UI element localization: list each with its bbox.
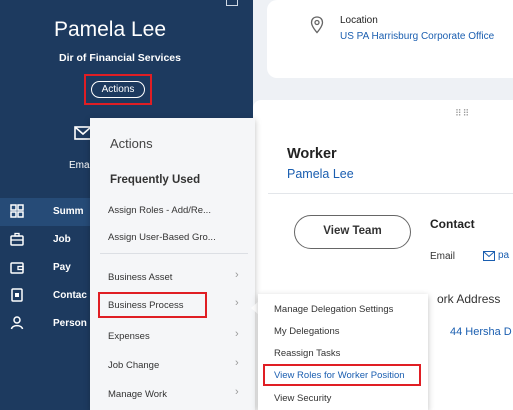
sidebar-item-personal[interactable]: Person	[0, 310, 100, 338]
chevron-right-icon: ›	[235, 386, 239, 398]
worker-heading: Worker	[287, 146, 337, 162]
submenu-item-view-security[interactable]: View Security	[274, 393, 331, 404]
submenu-item-manage-delegation-settings[interactable]: Manage Delegation Settings	[274, 304, 393, 315]
business-process-highlight-box	[98, 292, 207, 318]
menu-item-manage-work[interactable]: Manage Work	[108, 389, 167, 400]
work-address-label: ork Address	[437, 292, 501, 306]
contact-heading: Contact	[430, 217, 475, 231]
menu-divider	[100, 253, 248, 254]
location-link[interactable]: US PA Harrisburg Corporate Office	[340, 31, 494, 42]
email-icon	[483, 251, 495, 261]
sidebar-item-label: Job	[53, 234, 71, 245]
email-quick-label: Ema	[69, 160, 90, 171]
menu-item-business-asset[interactable]: Business Asset	[108, 272, 172, 283]
summary-grid-icon	[10, 204, 24, 218]
frequently-used-heading: Frequently Used	[110, 174, 201, 186]
submenu-item-reassign-tasks[interactable]: Reassign Tasks	[274, 348, 340, 359]
workday-profile-screen: Pamela Lee Dir of Financial Services Act…	[0, 0, 513, 410]
view-roles-highlight-box	[263, 364, 421, 386]
menu-item-job-change[interactable]: Job Change	[108, 360, 159, 371]
briefcase-icon	[10, 232, 24, 246]
sidebar-item-label: Contac	[53, 290, 87, 301]
sidebar-item-label: Pay	[53, 262, 71, 273]
sidebar-item-label: Person	[53, 318, 87, 329]
drag-handle-icon[interactable]: ⠿⠿	[455, 108, 470, 119]
location-pin-icon	[310, 16, 324, 34]
email-link[interactable]: pa	[498, 250, 509, 261]
profile-name: Pamela Lee	[53, 18, 167, 41]
submenu-item-my-delegations[interactable]: My Delegations	[274, 326, 339, 337]
divider	[268, 193, 513, 194]
menu-item-assign-user-based-groups[interactable]: Assign User-Based Gro...	[108, 232, 216, 243]
person-icon	[10, 316, 24, 330]
chevron-right-icon: ›	[235, 297, 239, 309]
sidebar-item-label: Summ	[53, 206, 84, 217]
profile-role: Dir of Financial Services	[59, 52, 181, 64]
wallet-icon	[10, 262, 24, 274]
email-label: Email	[430, 251, 456, 262]
chevron-right-icon: ›	[235, 328, 239, 340]
view-team-button[interactable]: View Team	[294, 215, 411, 249]
sidebar-item-job[interactable]: Job	[0, 226, 100, 254]
work-address-link[interactable]: 44 Hersha D	[450, 326, 512, 338]
menu-item-expenses[interactable]: Expenses	[108, 331, 150, 342]
actions-menu-header: Actions	[110, 136, 153, 151]
contact-card-icon	[11, 288, 23, 302]
worker-name-link[interactable]: Pamela Lee	[287, 167, 354, 181]
menu-item-assign-roles[interactable]: Assign Roles - Add/Re...	[108, 205, 211, 216]
expand-icon[interactable]	[226, 0, 238, 6]
actions-highlight-box	[84, 74, 152, 105]
sidebar-item-contact[interactable]: Contac	[0, 282, 100, 310]
location-title: Location	[340, 15, 378, 26]
sidebar-item-pay[interactable]: Pay	[0, 254, 100, 282]
sidebar-item-summary[interactable]: Summ	[0, 198, 100, 226]
chevron-right-icon: ›	[235, 269, 239, 281]
chevron-right-icon: ›	[235, 357, 239, 369]
